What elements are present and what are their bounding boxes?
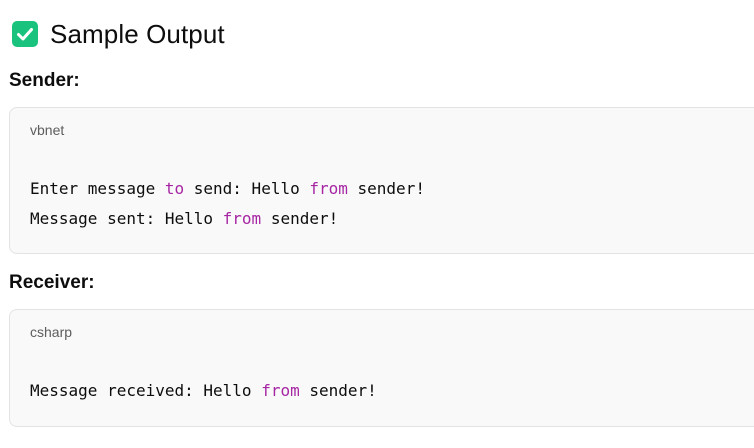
code-line: Enter message to send: Hello from sender… — [30, 179, 425, 198]
code-line: Message received: Hello from sender! — [30, 381, 377, 400]
sender-code-block[interactable]: vbnet Enter message to send: Hello from … — [9, 107, 754, 254]
code-content[interactable]: Enter message to send: Hello from sender… — [30, 174, 425, 234]
section-heading: Sample Output — [12, 17, 225, 51]
code-line: Message sent: Hello from sender! — [30, 209, 339, 228]
sender-label: Sender: — [9, 70, 80, 91]
code-content[interactable]: Message received: Hello from sender! — [30, 376, 377, 406]
code-language-label: csharp — [30, 324, 73, 340]
code-language-label: vbnet — [30, 122, 65, 138]
receiver-label: Receiver: — [9, 272, 95, 293]
heading-title: Sample Output — [50, 18, 225, 49]
check-box-icon — [12, 21, 38, 47]
receiver-code-block[interactable]: csharp Message received: Hello from send… — [9, 309, 754, 427]
page: Sample Output Sender: vbnet Enter messag… — [0, 0, 754, 448]
